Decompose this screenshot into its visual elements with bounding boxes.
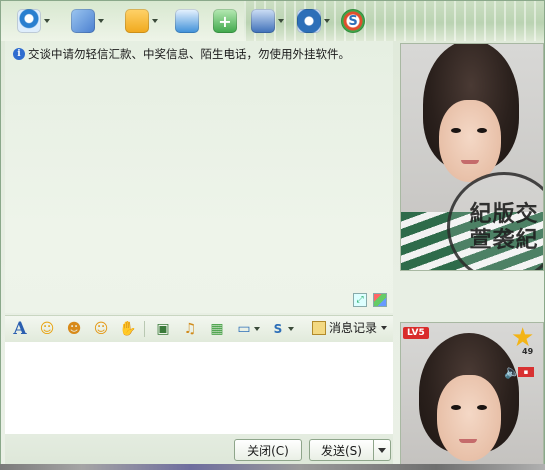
bottom-button-bar: 关闭(C) 发送(S)	[5, 434, 393, 468]
photo-eye	[451, 128, 461, 133]
voice-chat-icon	[71, 9, 95, 33]
history-icon	[311, 320, 326, 335]
add-app-icon: +	[213, 9, 237, 33]
chat-area-tools: ⤢	[353, 293, 387, 307]
music-icon[interactable]: ♫	[181, 320, 199, 338]
photo-eye	[477, 405, 487, 410]
photo-face	[437, 375, 501, 461]
info-icon: i	[13, 48, 25, 60]
emoticon-icon[interactable]: ☺	[38, 320, 56, 338]
chevron-down-icon[interactable]	[44, 19, 50, 23]
photo-face	[439, 100, 501, 182]
photo-stamp-line1: 紀版交	[469, 201, 539, 227]
photo-stamp-line2: 萱袭紀	[469, 227, 539, 253]
color-theme-icon[interactable]	[373, 293, 387, 307]
photo-mouth	[459, 439, 477, 443]
add-app-button[interactable]: +	[213, 7, 249, 35]
soso-search-icon[interactable]: S	[269, 320, 287, 338]
chat-window: + S i 交谈中请勿轻信汇款、中奖信息、陌生电话，勿使用外挂软件。 ⤢ A ☺…	[0, 0, 545, 470]
star-count: 49	[522, 347, 534, 356]
toolbar-divider	[144, 321, 145, 337]
magic-face-icon[interactable]: ☻	[65, 320, 83, 338]
toolbar: + S	[1, 1, 544, 41]
video-chat-icon	[17, 9, 41, 33]
group-chat-button[interactable]	[251, 7, 287, 35]
chevron-down-icon[interactable]	[324, 19, 330, 23]
chat-history-area[interactable]: i 交谈中请勿轻信汇款、中奖信息、陌生电话，勿使用外挂软件。 ⤢	[5, 41, 393, 313]
level-badge: LV5	[403, 327, 429, 339]
wink-icon[interactable]: ☺	[92, 320, 110, 338]
chevron-down-icon[interactable]	[98, 19, 104, 23]
photo-mouth	[461, 160, 479, 164]
send-button[interactable]: 发送(S)	[309, 439, 373, 461]
settings-button[interactable]	[297, 7, 333, 35]
security-notice-text: 交谈中请勿轻信汇款、中奖信息、陌生电话，勿使用外挂软件。	[28, 47, 350, 61]
chevron-down-icon[interactable]	[152, 19, 158, 23]
chevron-down-icon	[378, 447, 386, 453]
photo-eye	[451, 405, 461, 410]
group-chat-icon	[251, 9, 275, 33]
send-file-button[interactable]	[125, 7, 161, 35]
close-button[interactable]: 关闭(C)	[234, 439, 302, 461]
send-file-icon	[125, 9, 149, 33]
desktop-strip	[0, 464, 545, 470]
voice-chat-button[interactable]	[71, 7, 107, 35]
chevron-down-icon[interactable]	[288, 327, 294, 331]
security-notice: i 交谈中请勿轻信汇款、中奖信息、陌生电话，勿使用外挂软件。	[13, 46, 350, 62]
screen-capture-icon[interactable]: ▭	[235, 320, 253, 338]
soso-icon: S	[341, 9, 365, 33]
chevron-down-icon[interactable]	[278, 19, 284, 23]
send-mail-icon	[175, 9, 199, 33]
nudge-icon[interactable]: ✋	[119, 320, 137, 338]
image-icon[interactable]: ▣	[154, 320, 172, 338]
format-toolbar: A ☺ ☻ ☺ ✋ ▣ ♫ ▦ ▭ S 消息记录	[5, 315, 393, 343]
chevron-down-icon	[381, 325, 387, 330]
message-input[interactable]	[5, 342, 393, 434]
send-options-button[interactable]	[373, 439, 391, 461]
photo-eye	[477, 128, 487, 133]
red-flag-icon: ▪	[518, 367, 534, 377]
contact-photo[interactable]: 紀版交 萱袭紀	[400, 43, 544, 271]
photo-stamp: 紀版交 萱袭紀	[447, 172, 543, 270]
toolbar-background-scenery	[244, 1, 544, 41]
chevron-down-icon[interactable]	[254, 327, 260, 331]
message-history-label: 消息记录	[328, 321, 377, 335]
message-history-button[interactable]: 消息记录	[311, 319, 387, 336]
settings-icon	[297, 9, 321, 33]
send-mail-button[interactable]	[175, 7, 211, 35]
expand-icon[interactable]: ⤢	[353, 293, 367, 307]
video-chat-button[interactable]	[17, 7, 53, 35]
soso-button[interactable]: S	[341, 7, 377, 35]
font-icon[interactable]: A	[11, 319, 29, 339]
gift-icon[interactable]: ▦	[208, 320, 226, 338]
